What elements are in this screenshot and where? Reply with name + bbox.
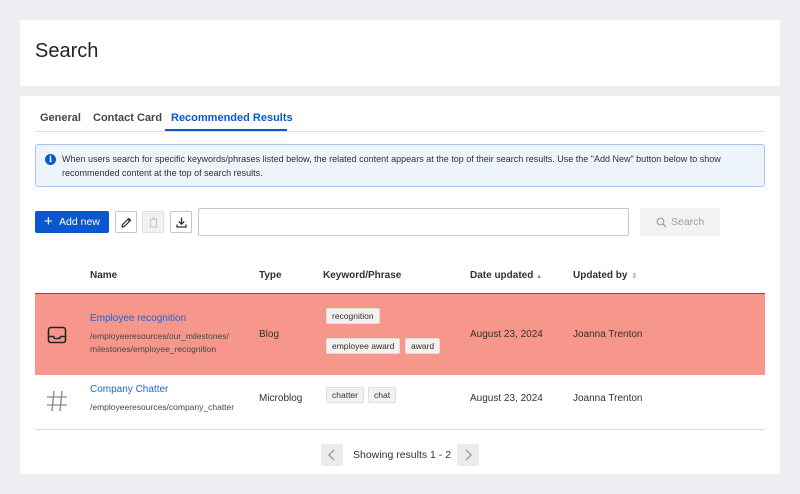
page-header: Search: [20, 20, 780, 86]
search-icon: [656, 217, 667, 228]
tab-general[interactable]: General: [40, 112, 81, 124]
pagination-status: Showing results 1 - 2: [353, 449, 452, 461]
delete-button[interactable]: [142, 211, 164, 233]
info-icon: i: [45, 154, 56, 165]
keyword-chip: award: [405, 338, 441, 354]
keyword-chip: chat: [368, 387, 397, 403]
tab-bar: General Contact Card Recommended Results: [35, 106, 765, 132]
result-type: Blog: [259, 329, 280, 340]
keyword-chip: employee award: [326, 338, 401, 354]
column-header-type[interactable]: Type: [259, 270, 282, 281]
active-tab-indicator: [165, 129, 287, 131]
pencil-icon: [121, 217, 132, 228]
chevron-left-icon: [327, 449, 335, 461]
hashtag-icon: [47, 390, 67, 412]
add-new-label: Add new: [59, 216, 100, 228]
edit-button[interactable]: [115, 211, 137, 233]
updated-by: Joanna Trenton: [573, 393, 643, 404]
date-updated: August 23, 2024: [470, 329, 543, 340]
result-type: Microblog: [259, 393, 303, 404]
page-title: Search: [35, 40, 99, 62]
download-button[interactable]: [170, 211, 192, 233]
search-button[interactable]: Search: [640, 208, 720, 236]
updated-by: Joanna Trenton: [573, 329, 643, 340]
search-input[interactable]: [198, 208, 629, 236]
table-row[interactable]: Company Chatter /employeeresources/compa…: [35, 375, 765, 430]
column-header-updated-by[interactable]: Updated by ⇕: [573, 270, 637, 281]
result-name-link[interactable]: Company Chatter: [90, 384, 168, 395]
result-path: /employeeresources/our_milestones/: [90, 331, 229, 341]
main-panel: General Contact Card Recommended Results…: [20, 96, 780, 474]
download-icon: [176, 217, 187, 228]
column-header-name[interactable]: Name: [90, 270, 117, 281]
keyword-chip: recognition: [326, 308, 380, 324]
chevron-right-icon: [465, 449, 473, 461]
column-header-keyword[interactable]: Keyword/Phrase: [323, 270, 401, 281]
next-page-button[interactable]: [457, 444, 479, 466]
trash-icon: [149, 217, 158, 228]
date-updated: August 23, 2024: [470, 393, 543, 404]
info-banner: i When users search for specific keyword…: [35, 144, 765, 187]
result-path: /employeeresources/company_chatter: [90, 402, 235, 412]
sort-icon: ▴: [537, 273, 541, 280]
add-new-button[interactable]: + Add new: [35, 211, 109, 233]
keyword-chip: chatter: [326, 387, 364, 403]
column-header-date-updated[interactable]: Date updated ▴: [470, 270, 541, 281]
previous-page-button[interactable]: [321, 444, 343, 466]
result-name-link[interactable]: Employee recognition: [90, 313, 186, 324]
table-row[interactable]: Employee recognition /employeeresources/…: [35, 294, 765, 375]
search-button-label: Search: [671, 216, 705, 228]
inbox-tray-icon: [47, 326, 67, 344]
plus-icon: +: [44, 213, 53, 230]
tab-contact-card[interactable]: Contact Card: [93, 112, 162, 124]
sort-icon: ⇕: [631, 273, 638, 280]
result-path: milestones/employee_recognition: [90, 344, 217, 354]
info-text: When users search for specific keywords/…: [62, 154, 721, 178]
tab-recommended-results[interactable]: Recommended Results: [171, 112, 293, 124]
